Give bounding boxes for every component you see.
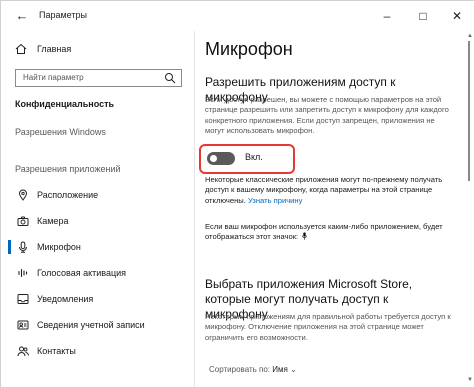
- sidebar-item-microphone[interactable]: Микрофон: [1, 237, 194, 257]
- sort-value[interactable]: Имя: [272, 365, 288, 374]
- home-icon: [15, 43, 27, 54]
- sidebar-item-contacts[interactable]: Контакты: [1, 341, 194, 361]
- notifications-icon: [17, 294, 29, 304]
- toggle-label: Вкл.: [245, 152, 263, 162]
- toggle-knob: [210, 155, 217, 162]
- search-placeholder: Найти параметр: [23, 73, 84, 82]
- window-title: Параметры: [39, 10, 87, 20]
- settings-window: ← Параметры – □ ✕ Главная Найти параметр…: [0, 0, 474, 387]
- sort-label: Сортировать по:: [209, 365, 271, 374]
- vertical-scrollbar[interactable]: ▲ ▼: [465, 31, 474, 387]
- sidebar-item-label: Сведения учетной записи: [37, 320, 145, 330]
- chevron-down-icon[interactable]: ⌄: [290, 365, 297, 374]
- scroll-up-icon[interactable]: ▲: [467, 33, 473, 39]
- scroll-down-icon[interactable]: ▼: [467, 377, 473, 383]
- classic-apps-note: Некоторые классические приложения могут …: [205, 175, 455, 206]
- back-arrow-icon[interactable]: ←: [15, 9, 29, 23]
- section-privacy-heading: Конфиденциальность: [15, 99, 115, 109]
- search-icon[interactable]: [164, 72, 176, 84]
- learn-why-link[interactable]: Узнать причину: [248, 196, 302, 205]
- classic-apps-note-text: Некоторые классические приложения могут …: [205, 175, 443, 205]
- section-store-apps-description: Некоторым приложениям для правильной раб…: [205, 312, 451, 342]
- sidebar: Главная Найти параметр Конфиденциальност…: [1, 31, 194, 387]
- microphone-in-use-icon: [302, 232, 308, 241]
- voice-activation-icon: [18, 268, 28, 278]
- sidebar-item-label: Голосовая активация: [37, 268, 127, 278]
- section-app-permissions: Разрешения приложений: [15, 164, 121, 174]
- mic-in-use-note: Если ваш микрофон используется каким-либ…: [205, 222, 455, 243]
- camera-icon: [17, 216, 29, 226]
- sidebar-item-account-info[interactable]: Сведения учетной записи: [1, 315, 194, 335]
- scrollbar-thumb[interactable]: [468, 41, 470, 181]
- toggle-highlight-frame: Вкл.: [199, 144, 295, 174]
- mic-in-use-note-text: Если ваш микрофон используется каким-либ…: [205, 222, 443, 242]
- maximize-button[interactable]: □: [409, 5, 437, 27]
- search-input[interactable]: Найти параметр: [15, 69, 182, 87]
- sidebar-item-voice-activation[interactable]: Голосовая активация: [1, 263, 194, 283]
- sidebar-item-label: Контакты: [37, 346, 76, 356]
- close-button[interactable]: ✕: [443, 5, 471, 27]
- page-title: Микрофон: [205, 39, 293, 59]
- sidebar-item-label: Расположение: [37, 190, 99, 200]
- location-icon: [18, 189, 28, 201]
- contacts-icon: [17, 346, 29, 357]
- selection-indicator: [8, 240, 11, 254]
- sidebar-item-camera[interactable]: Камера: [1, 211, 194, 231]
- sidebar-item-label: Микрофон: [37, 242, 81, 252]
- sidebar-item-label: Камера: [37, 216, 69, 226]
- minimize-button[interactable]: –: [373, 5, 401, 27]
- section-allow-access-description: Если доступ разрешен, вы можете с помощь…: [205, 95, 449, 136]
- main-content: Микрофон Разрешить приложениям доступ к …: [195, 31, 465, 387]
- microphone-access-toggle[interactable]: [207, 152, 235, 165]
- account-info-icon: [17, 320, 29, 330]
- title-bar: ← Параметры – □ ✕: [1, 1, 474, 31]
- sidebar-item-label: Уведомления: [37, 294, 94, 304]
- sidebar-item-location[interactable]: Расположение: [1, 185, 194, 205]
- section-windows-permissions: Разрешения Windows: [15, 127, 106, 137]
- microphone-icon: [19, 241, 27, 253]
- sort-control[interactable]: Сортировать по: Имя ⌄: [209, 365, 297, 374]
- home-label: Главная: [37, 44, 72, 54]
- sidebar-item-notifications[interactable]: Уведомления: [1, 289, 194, 309]
